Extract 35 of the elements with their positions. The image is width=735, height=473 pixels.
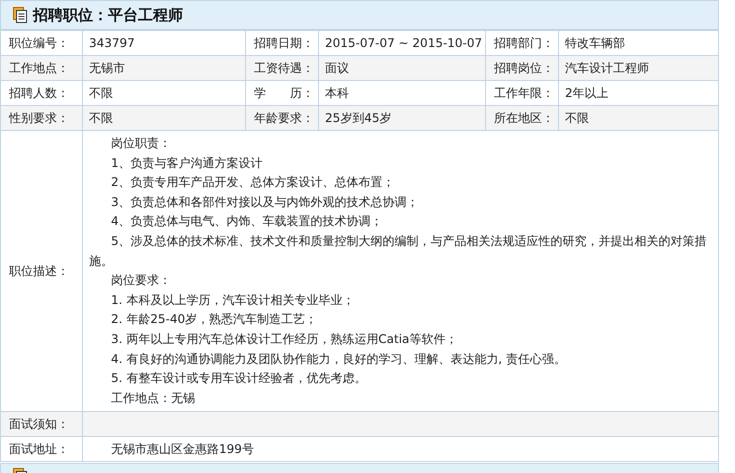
field-label: 年龄要求： xyxy=(246,106,318,130)
description-text: 2、负责专用车产品开发、总体方案设计、总体布置； xyxy=(110,174,396,192)
field-label: 职位编号： xyxy=(0,30,82,56)
description-text: 3. 两年以上专用汽车总体设计工作经历，熟练运用Catia等软件； xyxy=(110,330,458,348)
document-icon xyxy=(13,7,27,23)
field-label: 所在地区： xyxy=(486,106,558,130)
field-label: 职位描述： xyxy=(0,130,82,412)
field-value: 343797 xyxy=(82,30,246,56)
field-value: 25岁到45岁 xyxy=(318,106,486,130)
field-value: 汽车设计工程师 xyxy=(558,56,718,80)
field-label: 面试须知： xyxy=(0,412,82,437)
field-value: 2015-07-07 ~ 2015-10-07 xyxy=(318,30,486,56)
field-value: 不限 xyxy=(558,106,718,130)
field-value: 无锡市 xyxy=(82,56,246,80)
description-text: 4、负责总体与电气、内饰、车载装置的技术协调； xyxy=(110,213,384,230)
description-text: 岗位要求： xyxy=(110,272,172,290)
description-text: 工作地点：无锡 xyxy=(110,390,196,407)
description-text: 3、负责总体和各部件对接以及与内饰外观的技术总协调； xyxy=(110,194,420,211)
section-title: 招聘职位：平台工程师 xyxy=(33,6,183,24)
description-text: 4. 有良好的沟通协调能力及团队协作能力，良好的学习、理解、表达能力, 责任心强。 xyxy=(110,350,567,368)
description-text: 1、负责与客户沟通方案设计 xyxy=(110,154,264,172)
field-value: 无锡市惠山区金惠路199号 xyxy=(111,442,254,456)
field-value: 特改车辆部 xyxy=(558,30,718,56)
description-text: 1. 本科及以上学历，汽车设计相关专业毕业； xyxy=(110,292,356,309)
field-label: 面试地址： xyxy=(0,436,82,462)
field-label: 性别要求： xyxy=(0,106,82,130)
description-text: 5. 有整车设计或专用车设计经验者，优先考虑。 xyxy=(110,370,368,388)
field-label: 招聘岗位： xyxy=(486,56,558,80)
field-label: 工作地点： xyxy=(0,56,82,80)
description-text: 5、涉及总体的技术标准、技术文件和质量控制大纲的编制，与产品相关法规适应性的研究，并提出相关的对策措施。 xyxy=(89,232,708,270)
field-value: 不限 xyxy=(82,106,246,130)
field-value: 面议 xyxy=(318,56,486,80)
description-text: 2. 年龄25-40岁，熟悉汽车制造工艺； xyxy=(110,311,318,328)
field-label: 工资待遇： xyxy=(246,56,318,80)
description-text: 岗位职责： xyxy=(110,135,172,152)
